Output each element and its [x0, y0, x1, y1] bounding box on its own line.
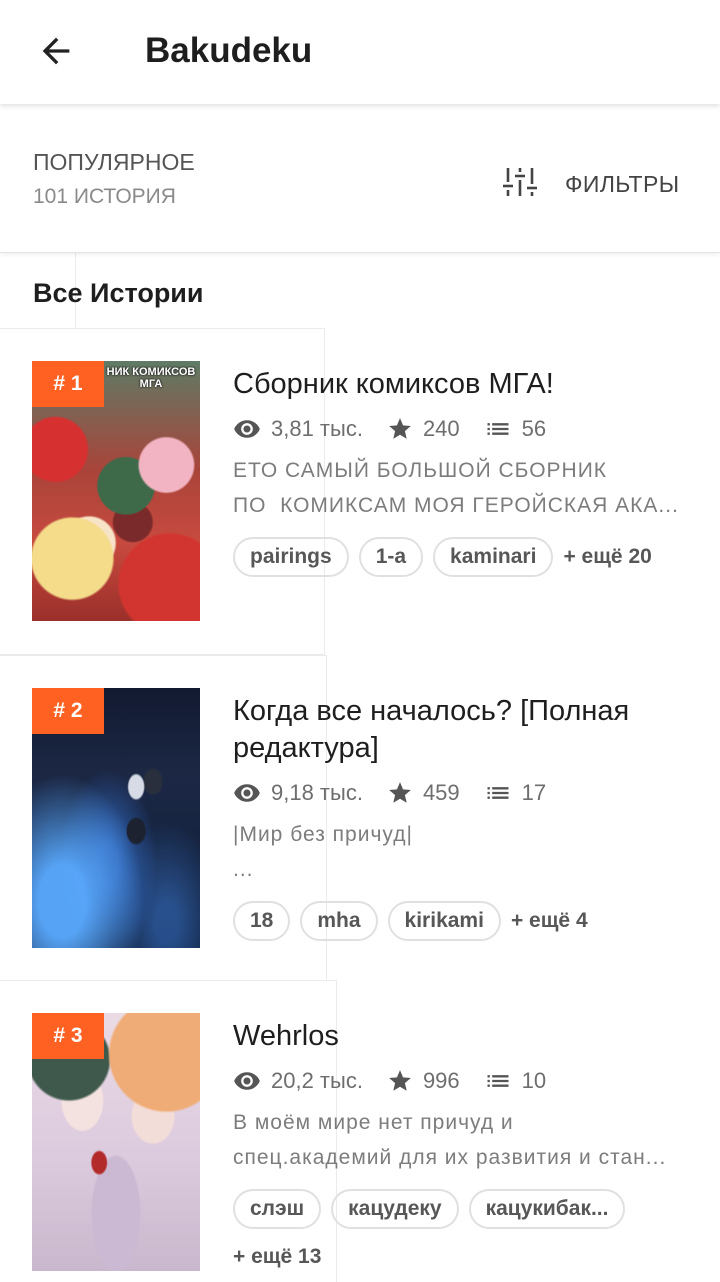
tag-list: pairings 1-a kaminari + ещё 20 — [233, 537, 703, 577]
votes-stat: 996 — [387, 1068, 460, 1094]
sort-filter-bar: ПОПУЛЯРНОЕ 101 ИСТОРИЯ ФИЛЬТРЫ — [0, 104, 720, 253]
story-info: Wehrlos 20,2 тыс. 996 10 В моём мире нет… — [233, 1018, 703, 1277]
app-bar: Bakudeku — [0, 0, 720, 104]
votes-count: 240 — [422, 416, 460, 441]
story-card[interactable]: НИК КОМИКСОВ МГА # 1 Сборник комиксов МГ… — [0, 328, 720, 655]
description-line: спец.академий для их развития и стан... — [233, 1146, 667, 1169]
description-line: |Мир без причуд| — [233, 823, 413, 846]
parts-stat: 17 — [484, 779, 546, 807]
story-description: ЕТО САМЫЙ БОЛЬШОЙ СБОРНИК ПО КОМИКСАМ МО… — [233, 453, 703, 523]
parts-count: 10 — [521, 1068, 547, 1093]
rank-badge: # 3 — [32, 1013, 104, 1059]
tag-pill[interactable]: слэш — [233, 1189, 322, 1229]
filters-label: ФИЛЬТРЫ — [565, 171, 680, 197]
reads-count: 20,2 тыс. — [271, 1068, 363, 1093]
story-description: В моём мире нет причуд и спец.академий д… — [233, 1105, 703, 1175]
tag-pill[interactable]: кацудеку — [331, 1189, 459, 1229]
tag-pill[interactable]: pairings — [233, 537, 349, 577]
tag-pill[interactable]: kaminari — [433, 537, 554, 577]
story-cover[interactable]: # 2 — [32, 688, 200, 948]
votes-stat: 459 — [387, 780, 460, 806]
sort-selector[interactable]: ПОПУЛЯРНОЕ 101 ИСТОРИЯ — [33, 148, 293, 214]
votes-stat: 240 — [387, 416, 460, 442]
tag-pill[interactable]: kirikami — [387, 901, 501, 941]
story-cover[interactable]: # 3 — [32, 1013, 200, 1271]
arrow-left-icon — [42, 37, 70, 65]
tag-list: 18 mha kirikami + ещё 4 — [233, 901, 703, 941]
list-icon — [487, 423, 509, 435]
description-line: ... — [233, 858, 254, 881]
filters-button[interactable]: ФИЛЬТРЫ — [500, 160, 700, 208]
tag-pill[interactable]: кацукибак... — [468, 1189, 626, 1229]
parts-stat: 56 — [484, 415, 546, 443]
reads-stat: 9,18 тыс. — [233, 779, 363, 807]
reads-stat: 20,2 тыс. — [233, 1067, 363, 1095]
reads-count: 3,81 тыс. — [271, 416, 363, 441]
story-stats: 20,2 тыс. 996 10 — [233, 1065, 703, 1097]
rank-badge: # 1 — [32, 361, 104, 407]
eye-icon — [234, 420, 260, 438]
story-title[interactable]: Когда все началось? [Полная редактура] — [233, 693, 703, 767]
rank-badge: # 2 — [32, 688, 104, 734]
reads-count: 9,18 тыс. — [271, 780, 363, 805]
story-description: |Мир без причуд| ... — [233, 817, 703, 887]
list-icon — [487, 1075, 509, 1087]
cover-lettering: НИК КОМИКСОВ МГА — [102, 366, 200, 390]
sliders-icon — [503, 168, 537, 196]
story-info: Когда все началось? [Полная редактура] 9… — [233, 693, 703, 941]
eye-icon — [234, 784, 260, 802]
story-count: 101 ИСТОРИЯ — [33, 185, 176, 208]
back-button[interactable] — [36, 31, 76, 71]
sort-label: ПОПУЛЯРНОЕ — [33, 149, 195, 175]
tag-pill[interactable]: 1-a — [358, 537, 424, 577]
story-stats: 9,18 тыс. 459 17 — [233, 777, 703, 809]
section-heading: Все Истории — [33, 278, 204, 308]
story-cover[interactable]: НИК КОМИКСОВ МГА # 1 — [32, 361, 200, 621]
description-line: ПО КОМИКСАМ МОЯ ГЕРОЙСКАЯ АКА... — [233, 494, 679, 517]
star-icon — [389, 1070, 411, 1091]
votes-count: 996 — [422, 1068, 460, 1093]
description-line: ЕТО САМЫЙ БОЛЬШОЙ СБОРНИК — [233, 459, 608, 482]
story-title[interactable]: Wehrlos — [233, 1018, 703, 1055]
parts-count: 17 — [521, 780, 547, 805]
tag-list: слэш кацудеку кацукибак... + ещё 13 — [233, 1189, 703, 1277]
story-card[interactable]: # 3 Wehrlos 20,2 тыс. 996 10 В моём мире… — [0, 980, 720, 1282]
reads-stat: 3,81 тыс. — [233, 415, 363, 443]
parts-stat: 10 — [484, 1067, 546, 1095]
tag-pill[interactable]: mha — [300, 901, 378, 941]
story-title[interactable]: Сборник комиксов МГА! — [233, 366, 703, 403]
star-icon — [389, 418, 411, 439]
eye-icon — [234, 1072, 260, 1090]
cover-lettering-line: НИК КОМИКСОВ — [106, 366, 196, 378]
list-icon — [487, 787, 509, 799]
votes-count: 459 — [422, 780, 460, 805]
cover-lettering-line: МГА — [139, 378, 163, 390]
story-card[interactable]: # 2 Когда все началось? [Полная редактур… — [0, 655, 720, 981]
story-info: Сборник комиксов МГА! 3,81 тыс. 240 56 Е… — [233, 366, 703, 577]
description-line: В моём мире нет причуд и — [233, 1111, 514, 1134]
more-tags-link[interactable]: + ещё 4 — [511, 901, 588, 941]
star-icon — [389, 782, 411, 803]
story-stats: 3,81 тыс. 240 56 — [233, 413, 703, 445]
tag-pill[interactable]: 18 — [233, 901, 291, 941]
page-title: Bakudeku — [145, 31, 313, 70]
parts-count: 56 — [521, 416, 547, 441]
more-tags-link[interactable]: + ещё 13 — [233, 1237, 321, 1277]
more-tags-link[interactable]: + ещё 20 — [563, 537, 651, 577]
